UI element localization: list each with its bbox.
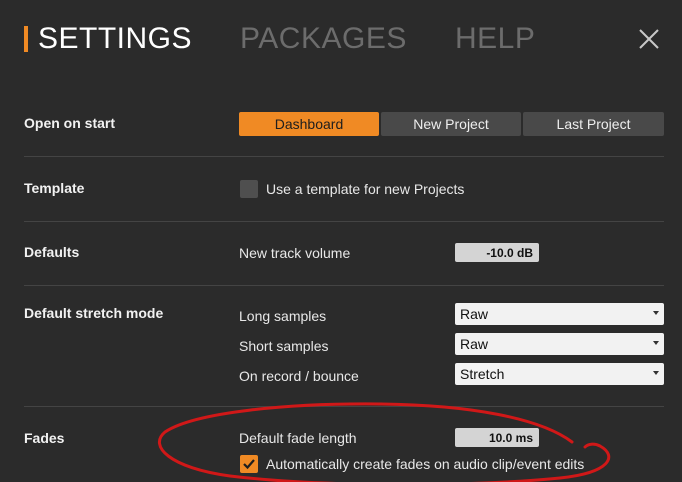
on-record-bounce-dropdown[interactable]: Stretch xyxy=(455,363,664,385)
section-label-fades: Fades xyxy=(24,430,65,446)
open-on-start-dashboard-button[interactable]: Dashboard xyxy=(239,112,379,136)
open-on-start-new-project-button[interactable]: New Project xyxy=(381,112,521,136)
auto-fades-label: Automatically create fades on audio clip… xyxy=(266,456,585,472)
long-samples-dropdown[interactable]: Raw xyxy=(455,303,664,325)
short-samples-label: Short samples xyxy=(239,338,329,354)
tab-settings[interactable]: SETTINGS xyxy=(38,22,192,56)
long-samples-label: Long samples xyxy=(239,308,327,324)
close-icon xyxy=(639,29,659,49)
section-divider xyxy=(24,406,664,407)
default-fade-length-field[interactable]: 10.0 ms xyxy=(455,428,539,447)
settings-header: SETTINGS PACKAGES HELP xyxy=(0,0,682,80)
section-label-defaults: Defaults xyxy=(24,244,80,260)
section-label-open-on-start: Open on start xyxy=(24,115,116,131)
short-samples-dropdown[interactable]: Raw xyxy=(455,333,664,355)
chevron-down-icon xyxy=(653,311,659,315)
chevron-down-icon xyxy=(653,371,659,375)
default-fade-length-label: Default fade length xyxy=(239,430,357,446)
active-tab-indicator xyxy=(24,26,28,52)
open-on-start-last-project-button[interactable]: Last Project xyxy=(523,112,664,136)
section-label-stretch-mode: Default stretch mode xyxy=(24,305,164,321)
long-samples-value: Raw xyxy=(460,306,489,322)
use-template-checkbox[interactable] xyxy=(240,180,258,198)
new-track-volume-field[interactable]: -10.0 dB xyxy=(455,243,539,262)
section-divider xyxy=(24,221,664,222)
close-button[interactable] xyxy=(636,26,662,52)
checkmark-icon xyxy=(243,459,255,470)
chevron-down-icon xyxy=(653,341,659,345)
section-label-template: Template xyxy=(24,180,85,196)
use-template-label: Use a template for new Projects xyxy=(266,181,465,197)
settings-page: SETTINGS PACKAGES HELP Open on start Das… xyxy=(0,0,682,482)
section-divider xyxy=(24,285,664,286)
section-divider xyxy=(24,156,664,157)
on-record-bounce-value: Stretch xyxy=(460,366,505,382)
new-track-volume-label: New track volume xyxy=(239,245,351,261)
auto-fades-checkbox[interactable] xyxy=(240,455,258,473)
short-samples-value: Raw xyxy=(460,336,489,352)
on-record-bounce-label: On record / bounce xyxy=(239,368,359,384)
tab-packages[interactable]: PACKAGES xyxy=(240,22,407,56)
tab-help[interactable]: HELP xyxy=(455,22,535,56)
open-on-start-segmented: Dashboard New Project Last Project xyxy=(239,112,664,136)
